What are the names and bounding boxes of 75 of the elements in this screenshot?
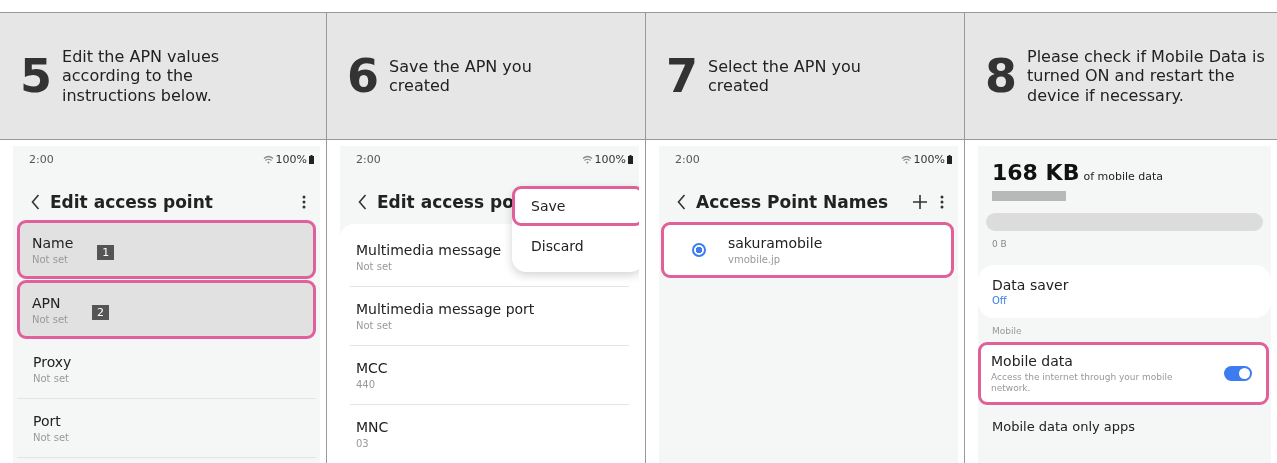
back-button[interactable] [356,192,369,212]
step-number: 6 [347,53,379,99]
battery-icon [947,155,952,164]
setting-row[interactable]: Proxy Not set [17,340,316,399]
setting-row[interactable]: MCC 440 [350,346,629,405]
usage-caption: of mobile data [1083,170,1164,183]
step-instruction: Please check if Mobile Data is turned ON and restart the device if necessary. [1027,47,1266,105]
section-header: Mobile [991,325,1023,338]
setting-value: Not set [356,261,393,272]
setting-value: Not set [32,313,68,325]
battery-percent: 100% [594,153,626,166]
usage-amount: 168 KB [992,160,1080,185]
setting-label: Mobile data [991,353,1074,369]
battery-icon [628,155,633,164]
apn-name: sakuramobile [728,235,823,251]
setting-value: Not set [356,320,393,331]
setting-label: Multimedia message [356,242,502,258]
status-time: 2:00 [675,153,700,166]
setting-value: Not set [33,432,69,443]
setting-description: Access the internet through your mobile network. [991,372,1174,394]
add-button[interactable] [910,192,930,212]
number-badge: 2 [92,305,109,320]
back-button[interactable] [675,192,688,212]
number-badge: 1 [97,245,115,260]
setting-label: Name [32,234,74,251]
setting-label: Multimedia message port [356,301,535,317]
step-instruction: Select the APN you created [708,56,862,96]
screen-title: Edit access point [50,192,213,212]
setting-value: 03 [356,438,370,449]
setting-label: MNC [356,419,389,435]
battery-percent: 100% [913,153,945,166]
setting-label: MCC [356,360,388,376]
setting-row[interactable]: Multimedia message port Not set [350,287,629,346]
status-time: 2:00 [29,153,54,166]
wifi-icon [262,155,274,164]
back-icon [677,194,686,210]
setting-value: Not set [32,253,69,265]
setting-row[interactable]: Name Not set 1 [17,220,316,279]
setting-row[interactable]: MNC 03 [350,405,629,463]
screen-title: Edit access po [377,192,514,212]
more-options-button[interactable] [300,193,308,211]
back-button[interactable] [29,192,42,212]
step-instruction: Save the APN you created [389,56,533,96]
setting-row[interactable]: Port Not set [17,399,316,458]
setting-value: 440 [356,379,377,390]
setting-label: Mobile data only apps [991,417,1137,434]
apn-row[interactable]: sakuramobile vmobile.jp [661,222,954,278]
step-number: 8 [985,53,1017,99]
step-instruction: Edit the APN values according to the instructions below. [62,47,221,105]
scale-label: 0 B [992,239,1008,249]
radio-button[interactable] [692,243,706,257]
back-icon [31,194,40,210]
battery-percent: 100% [275,153,307,166]
step-number: 7 [666,53,698,99]
toggle-switch[interactable] [1224,365,1252,381]
step-number: 5 [20,53,52,99]
status-time: 2:00 [356,153,381,166]
wifi-icon [900,155,912,164]
setting-label: Proxy [33,354,72,370]
mobile-data-row[interactable]: Mobile data Access the internet through your mobile network. [978,342,1269,405]
menu-item[interactable]: Save [512,186,639,226]
battery-icon [309,155,314,164]
back-icon [358,194,367,210]
wifi-icon [581,155,593,164]
more-options-button[interactable] [938,193,946,211]
more-icon [940,195,944,209]
setting-value: Not set [33,373,70,384]
setting-label: APN [32,294,62,311]
more-icon [302,195,306,209]
apn-address: vmobile.jp [728,254,782,265]
screen-title: Access Point Names [696,192,889,212]
plus-icon [912,194,928,210]
data-saver-item[interactable]: Data saver Off [978,265,1271,318]
setting-row[interactable]: APN Not set 2 [17,280,316,339]
setting-label: Port [33,413,62,429]
